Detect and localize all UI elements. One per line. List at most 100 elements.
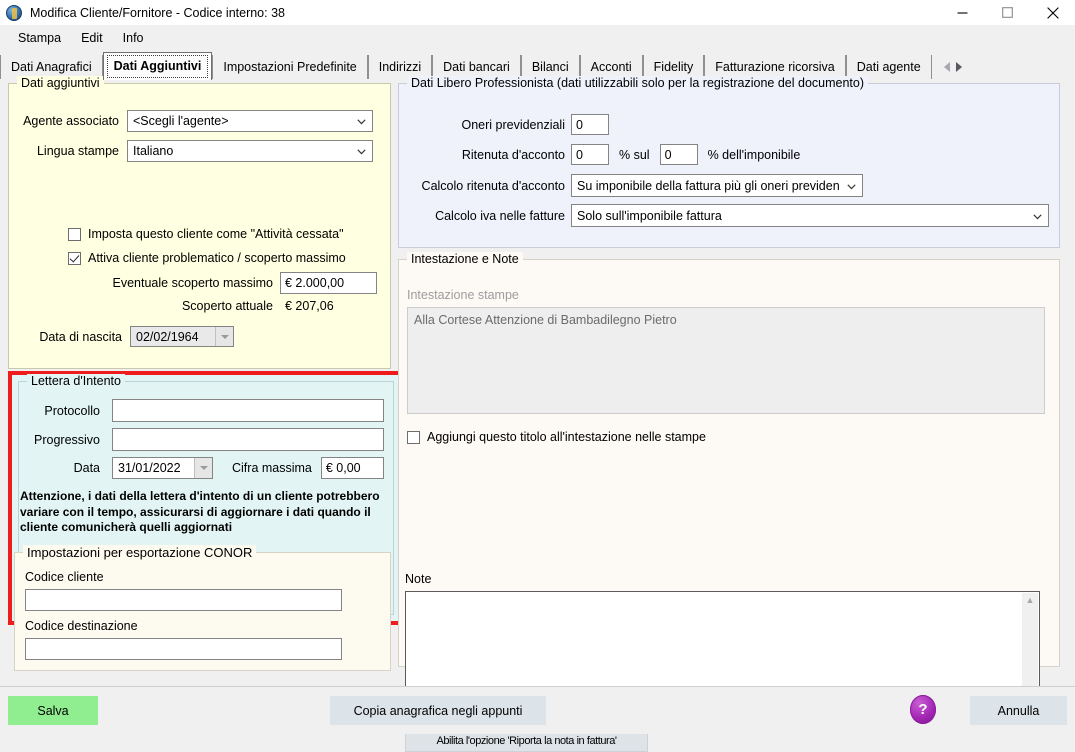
- checkbox-attivita-cessata[interactable]: Imposta questo cliente come "Attività ce…: [68, 227, 344, 241]
- field-scoperto-massimo: Eventuale scoperto massimo € 2.000,00: [17, 272, 387, 294]
- percent-imponibile-label: % dell'imponibile: [707, 147, 801, 162]
- group-lettera-intento-legend: Lettera d'Intento: [27, 374, 125, 389]
- modifica-cliente-fornitore-window: Modifica Cliente/Fornitore - Codice inte…: [0, 0, 1075, 752]
- scoperto-massimo-value: € 2.000,00: [285, 276, 345, 290]
- field-lingua-stampe: Lingua stampe Italiano: [23, 140, 378, 162]
- lingua-stampe-label: Lingua stampe: [36, 144, 119, 158]
- chevron-down-icon: [847, 183, 856, 192]
- tab-label: Fatturazione ricorsiva: [715, 60, 835, 74]
- intestazione-stampe-label: Intestazione stampe: [407, 288, 519, 302]
- percent-sul-label: % sul: [619, 147, 650, 162]
- chevron-left-icon[interactable]: [943, 62, 950, 72]
- cifra-massima-value: € 0,00: [325, 461, 361, 475]
- ritenuta-base-value: 0: [664, 147, 672, 162]
- copy-anagrafica-button[interactable]: Copia anagrafica negli appunti: [330, 696, 546, 725]
- window-title: Modifica Cliente/Fornitore - Codice inte…: [30, 5, 285, 20]
- lingua-stampe-value: Italiano: [133, 144, 174, 158]
- tab-content-dati-aggiuntivi: Dati aggiuntivi Agente associato <Scegli…: [0, 76, 1075, 752]
- help-icon[interactable]: ?: [910, 695, 936, 724]
- window-controls: [940, 0, 1075, 25]
- calcolo-iva-select[interactable]: Solo sull'imponibile fattura: [571, 204, 1049, 227]
- tab-label: Fidelity: [653, 60, 694, 74]
- tab-impostazioni-predefinite[interactable]: Impostazioni Predefinite: [212, 55, 368, 79]
- group-dati-aggiuntivi-legend: Dati aggiuntivi: [17, 76, 104, 91]
- tab-label: Acconti: [590, 60, 632, 74]
- field-agente-associato: Agente associato <Scegli l'agente>: [23, 110, 378, 132]
- checkbox-aggiungi-titolo-label: Aggiungi questo titolo all'intestazione …: [427, 430, 706, 444]
- chevron-down-icon: [357, 119, 366, 127]
- field-calcolo-iva: Calcolo iva nelle fatture Solo sull'impo…: [399, 204, 1049, 227]
- minimize-icon[interactable]: [940, 0, 985, 25]
- window-titlebar: Modifica Cliente/Fornitore - Codice inte…: [0, 0, 1075, 25]
- scoperto-massimo-input[interactable]: € 2.000,00: [280, 272, 377, 294]
- field-scoperto-attuale: Scoperto attuale € 207,06: [17, 299, 387, 313]
- agente-associato-select[interactable]: <Scegli l'agente>: [127, 110, 373, 132]
- group-libero-professionista: Dati Libero Professionista (dati utilizz…: [398, 76, 1060, 248]
- checkbox-box: [68, 251, 81, 265]
- menu-item-stampa[interactable]: Stampa: [8, 28, 71, 48]
- chevron-right-icon[interactable]: [955, 62, 962, 72]
- maximize-icon[interactable]: [985, 0, 1030, 25]
- menu-item-edit[interactable]: Edit: [71, 28, 113, 48]
- field-protocollo: Protocollo: [28, 399, 384, 422]
- field-progressivo: Progressivo: [28, 428, 384, 451]
- checkbox-cliente-problematico[interactable]: Attiva cliente problematico / scoperto m…: [68, 251, 346, 265]
- progressivo-input[interactable]: [112, 428, 384, 451]
- protocollo-label: Protocollo: [44, 403, 100, 418]
- ritenuta-base-input[interactable]: 0: [659, 144, 698, 165]
- scoperto-attuale-value: € 207,06: [285, 299, 334, 313]
- codice-cliente-input[interactable]: [25, 589, 342, 611]
- chevron-down-icon: [357, 149, 366, 157]
- tab-label: Dati Anagrafici: [11, 60, 92, 74]
- close-icon[interactable]: [1030, 0, 1075, 25]
- calendar-dropdown-icon[interactable]: [194, 458, 212, 478]
- checkbox-aggiungi-titolo[interactable]: Aggiungi questo titolo all'intestazione …: [407, 430, 706, 444]
- calcolo-ritenuta-select[interactable]: Su imponibile della fattura più gli oner…: [571, 174, 863, 197]
- intestazione-stampe-textarea[interactable]: Alla Cortese Attenzione di Bambadilegno …: [407, 307, 1045, 414]
- codice-destinazione-input[interactable]: [25, 638, 342, 660]
- protocollo-input[interactable]: [112, 399, 384, 422]
- globe-icon: [6, 4, 22, 21]
- menu-item-info[interactable]: Info: [113, 28, 154, 48]
- cancel-button[interactable]: Annulla: [970, 696, 1067, 725]
- ritenuta-acconto-input[interactable]: 0: [571, 144, 609, 165]
- cifra-massima-label: Cifra massima: [232, 461, 312, 475]
- checkbox-cliente-problematico-label: Attiva cliente problematico / scoperto m…: [88, 251, 346, 265]
- field-ritenuta-acconto: Ritenuta d'acconto 0 % sul 0 % dell'impo…: [399, 144, 800, 165]
- copy-anagrafica-label: Copia anagrafica negli appunti: [353, 703, 523, 718]
- progressivo-label: Progressivo: [34, 432, 100, 447]
- agente-associato-value: <Scegli l'agente>: [133, 114, 229, 128]
- intestazione-stampe-value: Alla Cortese Attenzione di Bambadilegno …: [414, 313, 677, 327]
- scoperto-attuale-label: Scoperto attuale: [181, 299, 273, 313]
- tab-scroll-controls: [938, 55, 968, 79]
- field-data-nascita: Data di nascita 02/02/1964: [17, 326, 387, 347]
- data-nascita-value: 02/02/1964: [136, 329, 199, 344]
- calcolo-ritenuta-label: Calcolo ritenuta d'acconto: [421, 178, 565, 193]
- ritenuta-acconto-value: 0: [576, 147, 583, 162]
- checkbox-box: [68, 227, 81, 241]
- lingua-stampe-select[interactable]: Italiano: [127, 140, 373, 162]
- group-intestazione-note-legend: Intestazione e Note: [407, 252, 523, 267]
- tab-strip: Dati Anagrafici Dati Aggiuntivi Impostaz…: [0, 51, 1075, 80]
- cifra-massima-input[interactable]: € 0,00: [320, 457, 384, 479]
- group-conor-legend: Impostazioni per esportazione CONOR: [23, 545, 257, 560]
- scroll-up-arrow[interactable]: ▲: [1026, 596, 1035, 605]
- data-intento-datepicker[interactable]: 31/01/2022: [112, 457, 213, 479]
- tab-dati-aggiuntivi[interactable]: Dati Aggiuntivi: [102, 52, 213, 80]
- codice-cliente-label: Codice cliente: [25, 570, 104, 584]
- field-oneri-previdenziali: Oneri previdenziali 0: [399, 114, 609, 135]
- calcolo-ritenuta-value: Su imponibile della fattura più gli oner…: [577, 178, 840, 193]
- data-nascita-label: Data di nascita: [39, 329, 122, 344]
- field-data-intento: Data 31/01/2022 Cifra massima € 0,00: [28, 457, 384, 479]
- calendar-dropdown-icon[interactable]: [215, 327, 233, 346]
- save-button[interactable]: Salva: [8, 696, 98, 725]
- data-nascita-datepicker[interactable]: 02/02/1964: [130, 326, 234, 347]
- oneri-previdenziali-input[interactable]: 0: [571, 114, 609, 135]
- oneri-previdenziali-label: Oneri previdenziali: [461, 117, 565, 132]
- group-intestazione-note: Intestazione e Note Intestazione stampe …: [398, 252, 1060, 752]
- group-conor: Impostazioni per esportazione CONOR Codi…: [14, 545, 391, 671]
- scoperto-massimo-label: Eventuale scoperto massimo: [112, 276, 274, 290]
- tab-label: Dati bancari: [443, 60, 510, 74]
- tab-label: Impostazioni Predefinite: [223, 60, 357, 74]
- oneri-previdenziali-value: 0: [576, 117, 583, 132]
